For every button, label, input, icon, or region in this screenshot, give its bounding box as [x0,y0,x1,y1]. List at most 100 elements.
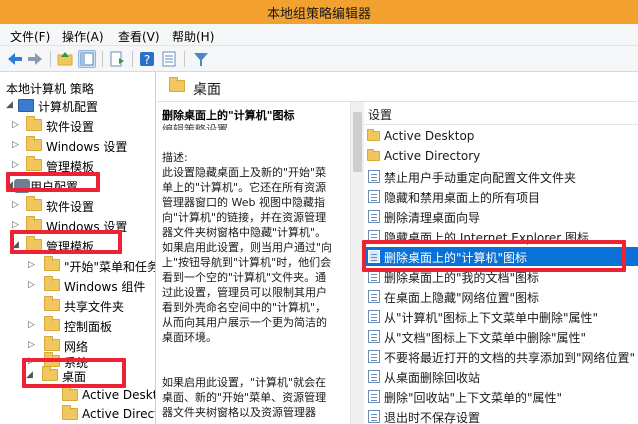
settings-row-policy[interactable]: 禁止用户手动重定向配置文件文件夹 [364,167,638,186]
tree-item-active-desktop[interactable]: Active Deskt [4,386,156,406]
menu-view[interactable]: 查看(V) [118,28,160,45]
tree-item-computer-config[interactable]: ◢ 计算机配置 [4,96,154,116]
folder-icon [44,336,60,351]
computer-config-icon [18,99,34,112]
expand-arrow-icon[interactable]: ▷ [28,260,38,270]
settings-row-policy[interactable]: 删除清理桌面向导 [364,207,638,226]
tree-item-label: 控制面板 [64,320,113,334]
filter-icon [194,53,208,66]
policy-icon [368,170,380,183]
expand-arrow-icon[interactable]: ▷ [28,320,38,330]
folder-icon [44,316,60,331]
menu-file[interactable]: 文件(F) [10,28,50,45]
expand-arrow-icon[interactable]: ▷ [12,200,22,210]
tree-item-windows-settings[interactable]: ▷ Windows 设置 [4,136,154,156]
menu-bar: 文件(F) 操作(A) 查看(V) 帮助(H) [0,24,638,46]
settings-row-active-desktop[interactable]: Active Desktop [364,127,638,146]
settings-row-label: Active Desktop [384,129,475,143]
tree-item-shared-folders[interactable]: 共享文件夹 [4,296,154,316]
forward-button[interactable] [26,50,44,68]
show-hide-tree-button[interactable] [78,50,96,68]
settings-row-label: 删除清理桌面向导 [384,211,481,225]
menu-help[interactable]: 帮助(H) [172,28,214,45]
filter-button[interactable] [192,50,210,68]
settings-row-policy[interactable]: 删除"回收站"上下文菜单的"属性" [364,387,638,406]
toolbar-separator [132,51,133,67]
tree-item-label: "开始"菜单和任务 [64,260,156,274]
settings-row-policy[interactable]: 在桌面上隐藏"网络位置"图标 [364,287,638,306]
folder-icon [44,276,60,291]
settings-row-policy[interactable]: 从"文档"图标上下文菜单中删除"属性" [364,327,638,346]
back-arrow-icon [8,53,22,65]
description-label: 描述: [162,151,188,164]
folder-icon [62,405,78,420]
pane-header-title: 桌面 [193,82,221,98]
tree-item-label: 计算机配置 [38,100,99,114]
settings-row-active-directory[interactable]: Active Directory [364,147,638,166]
tree-item-label: 软件设置 [46,200,95,214]
folder-icon [44,296,60,311]
up-folder-icon [57,52,73,66]
settings-row-label: 禁止用户手动重定向配置文件文件夹 [384,171,577,185]
settings-row-policy[interactable]: 退出时不保存设置 [364,407,638,424]
scrollbar-thumb[interactable] [353,112,362,172]
tree-item-active-directory[interactable]: Active Direct [4,405,155,424]
export-list-button[interactable] [108,50,126,68]
folder-icon [367,149,380,161]
properties-button[interactable] [160,50,178,68]
settings-row-label: 隐藏和禁用桌面上的所有项目 [384,191,541,205]
tree-item-start-menu-taskbar[interactable]: ▷ "开始"菜单和任务 [4,256,156,276]
tree-item-label: 本地计算机 策略 [6,82,94,96]
settings-row-policy[interactable]: 从桌面删除回收站 [364,367,638,386]
help-button[interactable]: ? [138,50,156,68]
properties-icon [162,51,176,67]
tree-item-local-policy[interactable]: 本地计算机 策略 [4,78,154,98]
tree-item-control-panel[interactable]: ▷ 控制面板 [4,316,154,336]
folder-icon [44,256,60,271]
tree-item-label: Windows 设置 [46,140,128,154]
tree-item-label: Windows 组件 [64,280,146,294]
expand-arrow-icon[interactable]: ▷ [28,280,38,290]
policy-icon [368,370,380,383]
policy-icon [368,290,380,303]
back-button[interactable] [6,50,24,68]
expand-arrow-icon[interactable]: ◢ [6,100,16,110]
expand-arrow-icon[interactable]: ▷ [12,160,22,170]
toolbar: ? [0,46,638,72]
pane-header: 桌面 [157,72,638,102]
expand-arrow-icon[interactable]: ▷ [28,340,38,350]
help-icon: ? [140,52,154,67]
policy-icon [368,330,380,343]
window-title: 本地组策略编辑器 [266,7,371,22]
annotation-box-user-config [6,172,100,192]
settings-row-policy[interactable]: 隐藏和禁用桌面上的所有项目 [364,187,638,206]
settings-row-label: 从桌面删除回收站 [384,371,481,385]
tree-item-software-settings[interactable]: ▷ 软件设置 [4,116,154,136]
tree-pane-icon [80,52,94,66]
tree-item-windows-components[interactable]: ▷ Windows 组件 [4,276,154,296]
expand-arrow-icon[interactable]: ▷ [12,120,22,130]
forward-arrow-icon [28,53,42,65]
policy-icon [368,310,380,323]
export-list-icon [110,51,124,67]
toolbar-separator [102,51,103,67]
policy-icon [368,410,380,423]
expand-arrow-icon[interactable]: ▷ [12,220,22,230]
settings-row-policy[interactable]: 从"计算机"图标上下文菜单中删除"属性" [364,307,638,326]
menu-action[interactable]: 操作(A) [62,28,104,45]
description-paragraph-1: 此设置隐藏桌面上及新的"开始"菜 单上的"计算机"。它还在所有资源 管理器窗口的… [162,166,333,344]
toolbar-separator [50,51,51,67]
settings-column-header[interactable]: 设置 [368,106,392,123]
expand-arrow-icon[interactable]: ▷ [12,140,22,150]
settings-row-policy[interactable]: 不要将最近打开的文档的共享添加到"网络位置" [364,347,638,366]
tree-item-label: 共享文件夹 [64,300,125,314]
annotation-box-desktop [22,358,126,388]
settings-row-label: 在桌面上隐藏"网络位置"图标 [384,291,540,305]
policy-icon [368,210,380,223]
annotation-box-admin-templates [10,230,122,254]
edit-policy-link[interactable]: 编辑策略设置 [162,122,349,130]
tree-item-user-software-settings[interactable]: ▷ 软件设置 [4,196,154,216]
toolbar-separator [184,51,185,67]
tree-item-label: Active Deskt [82,388,156,402]
up-folder-button[interactable] [56,50,74,68]
